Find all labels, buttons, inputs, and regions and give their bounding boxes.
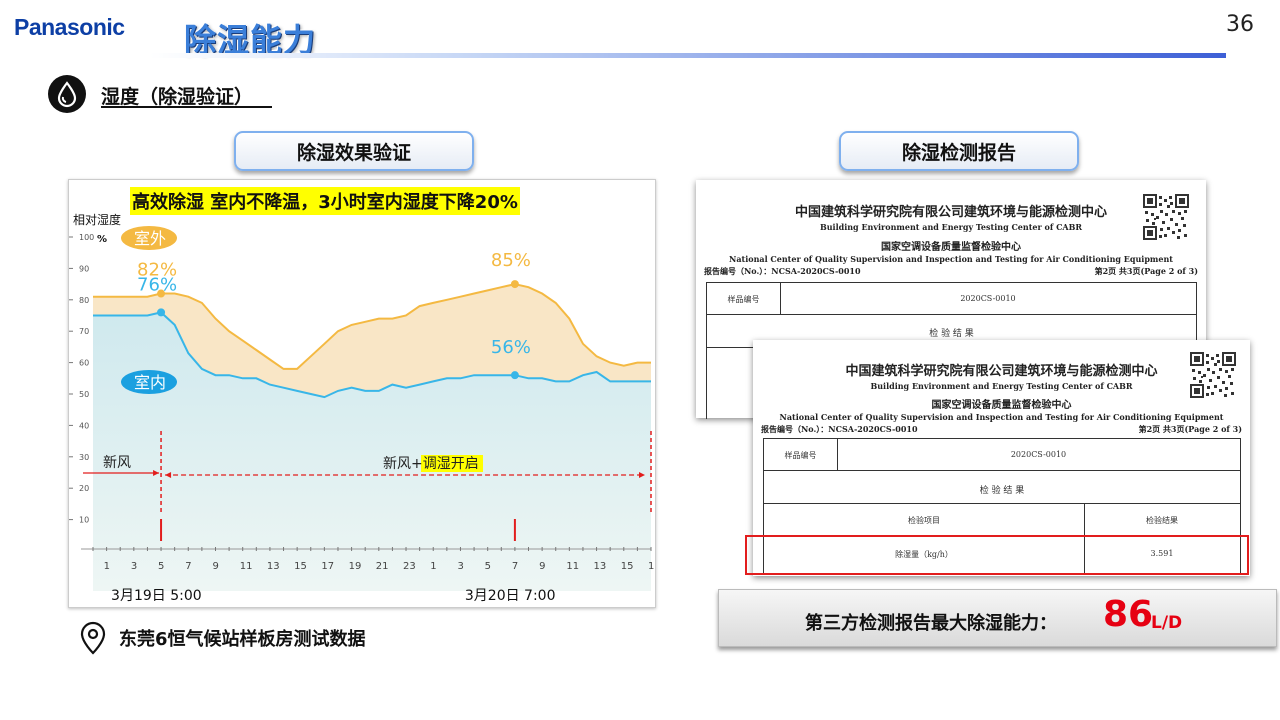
water-drop-icon xyxy=(48,75,86,113)
y-tick-label: 30 xyxy=(79,453,89,462)
result-unit: L/D xyxy=(1151,613,1183,633)
date-label: 3月19日 5:00 xyxy=(111,588,202,604)
date-label: 3月20日 7:00 xyxy=(465,588,556,604)
y-tick-label: 20 xyxy=(79,484,89,493)
sample-label: 样品编号 xyxy=(784,451,817,460)
x-tick-label: 9 xyxy=(539,561,545,572)
x-tick-label: 9 xyxy=(212,561,218,572)
report-number: 报告编号（No.）：NCSA-2020CS-0010 xyxy=(704,266,861,276)
report-org-en: Building Environment and Energy Testing … xyxy=(819,222,1083,232)
x-tick-label: 13 xyxy=(594,561,607,572)
col-item-header: 检验项目 xyxy=(908,516,940,525)
data-label: 85% xyxy=(491,250,531,271)
y-tick-label: 100 xyxy=(79,233,94,242)
qr-code-icon xyxy=(1190,352,1236,398)
result-label: 第三方检测报告最大除湿能力： xyxy=(805,613,1057,634)
x-tick-label: 23 xyxy=(403,561,416,572)
data-point xyxy=(157,308,166,317)
section-title: 湿度（除湿验证） xyxy=(101,86,254,108)
report-center-cn: 国家空调设备质量监督检验中心 xyxy=(931,400,1072,411)
page-number: 36 xyxy=(1226,12,1254,37)
result-heading: 检 验 结 果 xyxy=(979,486,1025,496)
chart-headline: 高效除湿 室内不降温，3小时室内湿度下降20% xyxy=(130,187,520,215)
x-tick-label: 3 xyxy=(457,561,463,572)
y-axis-unit: % xyxy=(97,234,107,245)
report-org-en: Building Environment and Energy Testing … xyxy=(870,381,1133,391)
report-number: 报告编号（No.）：NCSA-2020CS-0010 xyxy=(761,424,918,434)
x-tick-label: 11 xyxy=(240,561,253,572)
x-tick-label: 5 xyxy=(485,561,491,572)
sample-value: 2020CS-0010 xyxy=(960,294,1016,303)
y-tick-label: 80 xyxy=(79,296,89,305)
section-underline xyxy=(101,106,272,108)
humidity-chart: 10 20 30 40 50 60 70 80 90 100 相对湿度% 82% 85% 76% 56% 室外… xyxy=(68,179,656,608)
x-tick-label: 7 xyxy=(512,561,518,572)
report-page: 第2页 共3页(Page 2 of 3) xyxy=(1094,266,1198,276)
verification-pill: 除湿效果验证 xyxy=(234,131,474,171)
y-tick-label: 10 xyxy=(79,516,89,525)
x-tick-label: 1 xyxy=(430,561,436,572)
y-axis-label: 相对湿度 xyxy=(73,212,121,227)
data-label: 76% xyxy=(137,274,177,295)
brand-logo: Panasonic xyxy=(14,14,125,40)
result-heading: 检 验 结 果 xyxy=(929,329,974,339)
x-tick-label: 3 xyxy=(131,561,137,572)
x-tick-label: 1 xyxy=(104,561,110,572)
x-tick-label: 19 xyxy=(349,561,362,572)
x-tick-label: 7 xyxy=(185,561,191,572)
x-tick-label: 11 xyxy=(566,561,579,572)
x-tick-label: 5 xyxy=(158,561,164,572)
x-tick-label: 21 xyxy=(376,561,389,572)
sample-value: 2020CS-0010 xyxy=(1010,450,1067,459)
legend-label: 室外 xyxy=(134,229,166,248)
col-result-header: 检验结果 xyxy=(1146,516,1178,525)
legend-label: 室内 xyxy=(134,373,166,392)
y-tick-label: 70 xyxy=(79,327,89,336)
data-point xyxy=(510,371,519,380)
x-tick-label: 15 xyxy=(294,561,307,572)
report-center-en: National Center of Quality Supervision a… xyxy=(729,254,1173,264)
y-tick-label: 40 xyxy=(79,421,89,430)
report-org-cn: 中国建筑科学研究院有限公司建筑环境与能源检测中心 xyxy=(794,205,1107,220)
location-text: 东莞6恒气候站样板房测试数据 xyxy=(119,629,366,650)
report-org-cn: 中国建筑科学研究院有限公司建筑环境与能源检测中心 xyxy=(845,364,1158,379)
event-label: 新风 xyxy=(103,455,131,471)
x-tick-label: 17 xyxy=(648,561,655,572)
header-divider xyxy=(150,53,1226,58)
data-point xyxy=(510,280,519,289)
report-page: 第2页 共3页(Page 2 of 3) xyxy=(1138,424,1242,434)
highlight-box xyxy=(745,535,1249,575)
event-label: 新风+调湿开启 xyxy=(383,456,479,472)
x-tick-label: 13 xyxy=(267,561,280,572)
y-tick-label: 60 xyxy=(79,359,89,368)
result-value: 86 xyxy=(1103,594,1154,635)
x-tick-label: 15 xyxy=(621,561,634,572)
y-tick-label: 50 xyxy=(79,390,89,399)
qr-code-icon xyxy=(1143,194,1189,240)
chart-canvas: 102030405060708090100相对湿度%82% 85%76%56%室外… xyxy=(69,212,655,604)
x-tick-label: 17 xyxy=(321,561,334,572)
map-pin-icon xyxy=(80,621,106,659)
report-center-cn: 国家空调设备质量监督检验中心 xyxy=(881,242,1021,253)
y-tick-label: 90 xyxy=(79,264,89,273)
report-center-en: National Center of Quality Supervision a… xyxy=(779,412,1224,422)
data-label: 56% xyxy=(491,337,531,358)
report-pill: 除湿检测报告 xyxy=(839,131,1079,171)
sample-label: 样品编号 xyxy=(727,295,760,304)
